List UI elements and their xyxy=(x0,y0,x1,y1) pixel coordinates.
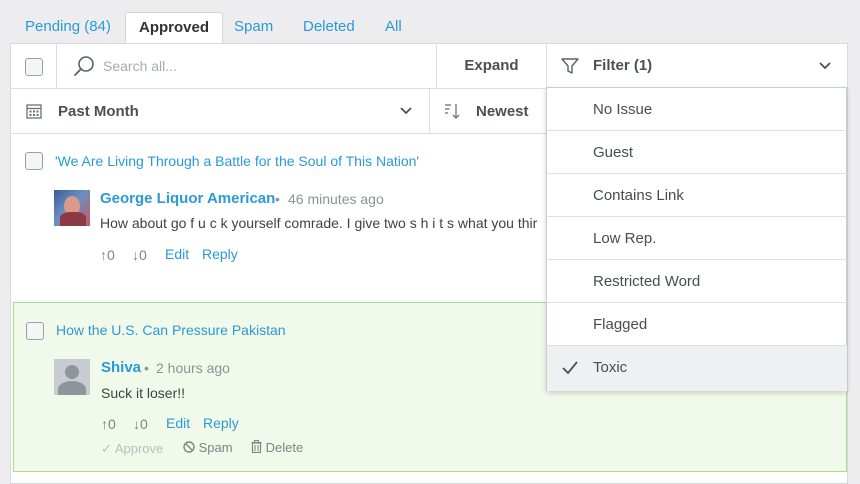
filter-option-guest[interactable]: Guest xyxy=(547,131,847,174)
date-range-label: Past Month xyxy=(58,103,139,120)
filter-option-low-rep[interactable]: Low Rep. xyxy=(547,217,847,260)
approve-button[interactable]: ✓ Approve xyxy=(101,441,163,457)
comment-author-link[interactable]: Shiva xyxy=(101,359,141,376)
filter-option-toxic[interactable]: Toxic xyxy=(547,346,847,391)
filter-label: Filter (1) xyxy=(593,57,653,74)
filter-option-label: No Issue xyxy=(593,101,653,118)
comment-text: Suck it loser!! xyxy=(101,385,186,401)
filter-option-label: Restricted Word xyxy=(593,273,701,290)
comment-timestamp: 46 minutes ago xyxy=(288,191,384,207)
trash-icon xyxy=(251,440,262,454)
avatar[interactable] xyxy=(54,190,90,226)
downvote-count: 0 xyxy=(139,247,147,263)
expand-button[interactable]: Expand xyxy=(437,44,546,88)
arrow-down-icon: ↓ xyxy=(133,416,140,432)
sort-label: Newest xyxy=(476,103,529,120)
ban-icon xyxy=(183,441,195,453)
filter-option-label: Guest xyxy=(593,144,634,161)
chevron-down-icon xyxy=(819,62,831,70)
sort-select[interactable]: Newest xyxy=(430,89,546,133)
search-placeholder: Search all... xyxy=(103,58,177,74)
delete-label: Delete xyxy=(265,440,304,455)
tab-spam[interactable]: Spam xyxy=(234,12,273,44)
comment-timestamp: 2 hours ago xyxy=(156,360,230,376)
comment-text: How about go f u c k yourself comrade. I… xyxy=(100,215,538,231)
tab-deleted[interactable]: Deleted xyxy=(303,12,355,44)
expand-label: Expand xyxy=(464,57,519,74)
avatar[interactable] xyxy=(54,359,90,395)
filter-option-flagged[interactable]: Flagged xyxy=(547,303,847,346)
date-range-select[interactable]: Past Month xyxy=(11,89,429,133)
meta-separator: • xyxy=(275,191,280,207)
checkmark-icon: ✓ xyxy=(101,441,112,456)
downvote-button[interactable]: ↓0 xyxy=(133,416,148,432)
calendar-icon xyxy=(26,104,42,119)
arrow-down-icon: ↓ xyxy=(132,247,139,263)
comment-checkbox[interactable] xyxy=(25,152,43,170)
arrow-up-icon: ↑ xyxy=(100,247,107,263)
upvote-button[interactable]: ↑0 xyxy=(100,247,115,263)
spam-button[interactable]: Spam xyxy=(183,440,233,455)
sort-icon xyxy=(445,104,460,119)
approve-label: Approve xyxy=(114,441,164,456)
filter-option-label: Contains Link xyxy=(593,187,684,204)
upvote-button[interactable]: ↑0 xyxy=(101,416,116,432)
select-all-checkbox[interactable] xyxy=(25,58,43,76)
comment-checkbox[interactable] xyxy=(26,322,44,340)
tab-all[interactable]: All xyxy=(385,12,402,44)
filter-option-no-issue[interactable]: No Issue xyxy=(547,88,847,131)
tab-approved[interactable]: Approved xyxy=(125,12,224,45)
filter-option-label: Low Rep. xyxy=(593,230,657,247)
filter-dropdown-menu: No Issue Guest Contains Link Low Rep. Re… xyxy=(546,87,847,391)
filter-option-label: Toxic xyxy=(593,359,628,376)
filter-funnel-icon xyxy=(561,58,579,74)
delete-button[interactable]: Delete xyxy=(251,440,303,455)
search-icon xyxy=(74,56,94,76)
chevron-down-icon xyxy=(400,107,412,115)
downvote-button[interactable]: ↓0 xyxy=(132,247,147,263)
edit-button[interactable]: Edit xyxy=(166,415,190,431)
filter-option-contains-link[interactable]: Contains Link xyxy=(547,174,847,217)
upvote-count: 0 xyxy=(108,416,116,432)
reply-button[interactable]: Reply xyxy=(203,415,239,431)
comment-author-link[interactable]: George Liquor American xyxy=(100,190,275,207)
meta-separator: • xyxy=(144,360,149,376)
spam-label: Spam xyxy=(198,440,233,455)
filter-option-restricted-word[interactable]: Restricted Word xyxy=(547,260,847,303)
edit-button[interactable]: Edit xyxy=(165,246,189,262)
filter-option-label: Flagged xyxy=(593,316,648,333)
checkmark-icon xyxy=(562,361,578,374)
tab-pending[interactable]: Pending (84) xyxy=(25,12,111,44)
reply-button[interactable]: Reply xyxy=(202,246,238,262)
filter-button[interactable]: Filter (1) xyxy=(547,44,848,88)
upvote-count: 0 xyxy=(107,247,115,263)
search-input[interactable]: Search all... xyxy=(57,44,437,88)
downvote-count: 0 xyxy=(140,416,148,432)
arrow-up-icon: ↑ xyxy=(101,416,108,432)
article-title-link[interactable]: How the U.S. Can Pressure Pakistan xyxy=(56,322,286,338)
article-title-link[interactable]: 'We Are Living Through a Battle for the … xyxy=(55,153,419,169)
